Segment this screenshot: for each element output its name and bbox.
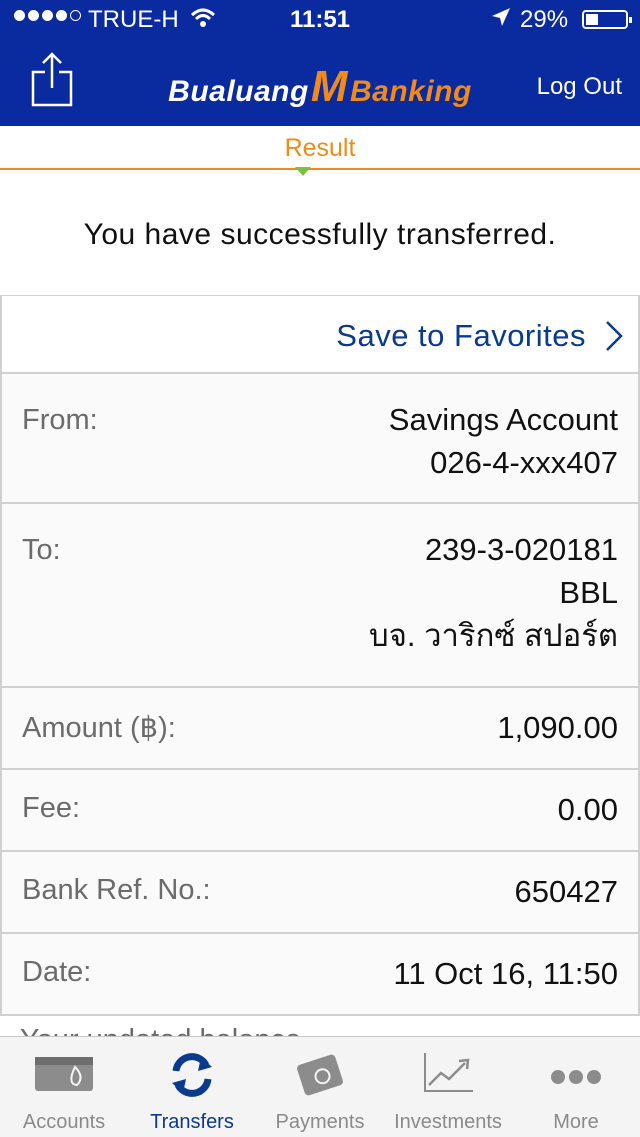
success-message: You have successfully transferred.: [83, 218, 557, 251]
to-account-number: 239-3-020181: [424, 532, 618, 567]
bank-ref-value: 650427: [514, 874, 618, 909]
row-amount: Amount (฿): 1,090.00: [0, 688, 640, 770]
brand-mark: M: [310, 62, 348, 111]
to-account-name: บจ. วาริกซ์ สปอร์ต: [369, 618, 618, 653]
save-to-favorites-button[interactable]: Save to Favorites: [0, 296, 640, 374]
status-bar: TRUE-H 11:51 29%: [0, 0, 640, 40]
row-from: From: Savings Account 026-4-xxx407: [0, 374, 640, 504]
tab-label: Investments: [394, 1111, 502, 1133]
fee-label: Fee:: [22, 792, 81, 824]
row-to: To: 239-3-020181 BBL บจ. วาริกซ์ สปอร์ต: [0, 504, 640, 688]
tab-more[interactable]: More: [512, 1037, 640, 1137]
tab-payments[interactable]: Payments: [256, 1037, 384, 1137]
tab-investments[interactable]: Investments: [384, 1037, 512, 1137]
step-label: Result: [284, 134, 356, 162]
wallet-icon: [0, 1051, 128, 1101]
row-fee: Fee: 0.00: [0, 770, 640, 852]
tab-label: Accounts: [22, 1111, 106, 1133]
to-label: To:: [22, 534, 61, 566]
to-bank: BBL: [559, 575, 618, 610]
date-value: 11 Oct 16, 11:50: [393, 956, 618, 991]
amount-label: Amount (฿):: [22, 712, 176, 744]
from-value: Savings Account 026-4-xxx407: [389, 398, 618, 484]
from-label: From:: [22, 404, 98, 436]
more-dots-icon: [512, 1051, 640, 1101]
transfer-arrows-icon: [128, 1051, 256, 1101]
date-label: Date:: [22, 956, 92, 988]
from-account-type: Savings Account: [388, 402, 618, 437]
brand-left: Bualuang: [168, 75, 309, 108]
tab-accounts[interactable]: Accounts: [0, 1037, 128, 1137]
bank-ref-label: Bank Ref. No.:: [22, 874, 211, 906]
chart-line-icon: [384, 1051, 512, 1101]
battery-icon: [582, 10, 632, 29]
battery-percent: 29%: [520, 6, 569, 33]
tab-label: More: [553, 1111, 599, 1133]
fee-value: 0.00: [557, 792, 618, 827]
logout-button[interactable]: Log Out: [537, 73, 622, 101]
tab-transfers[interactable]: Transfers: [128, 1037, 256, 1137]
tab-label: Payments: [275, 1111, 365, 1133]
from-account-number: 026-4-xxx407: [430, 445, 618, 480]
chevron-right-icon: [604, 320, 624, 357]
tab-bar: Accounts Transfers Payments Investments …: [0, 1036, 640, 1137]
to-value: 239-3-020181 BBL บจ. วาริกซ์ สปอร์ต: [369, 528, 618, 657]
updated-balance-peek: Your updated balance: [0, 1016, 640, 1038]
app-header: TRUE-H 11:51 29% BualuangMBanking Log Ou…: [0, 0, 640, 126]
location-arrow-icon: [490, 6, 512, 35]
row-date: Date: 11 Oct 16, 11:50: [0, 934, 640, 1016]
step-indicator: Result: [0, 126, 640, 176]
amount-value: 1,090.00: [497, 710, 618, 745]
tab-label: Transfers: [150, 1111, 234, 1133]
row-bank-ref: Bank Ref. No.: 650427: [0, 852, 640, 934]
step-pointer: [295, 167, 311, 176]
favorites-label: Save to Favorites: [336, 318, 586, 353]
payment-card-icon: [256, 1051, 384, 1101]
transfer-details: Save to Favorites From: Savings Account …: [0, 295, 640, 1016]
brand-right: Banking: [349, 75, 472, 108]
